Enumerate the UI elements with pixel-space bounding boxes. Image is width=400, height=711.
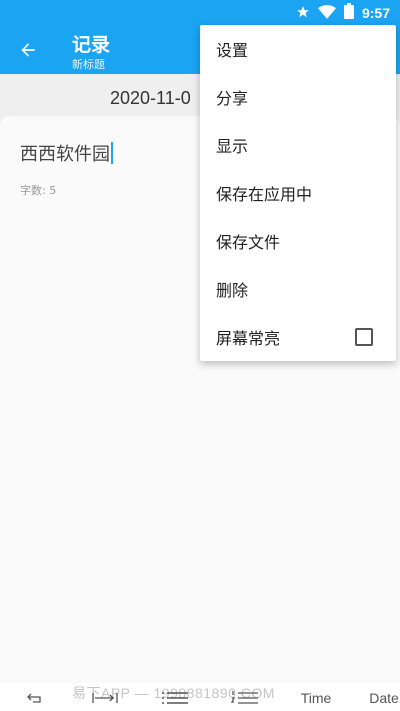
undo-button[interactable] <box>22 687 48 709</box>
back-button[interactable] <box>14 36 42 64</box>
bullet-list-button[interactable] <box>160 687 190 709</box>
indent-button[interactable] <box>88 687 122 709</box>
menu-item-label: 删除 <box>216 281 249 300</box>
numbered-list-icon <box>231 691 258 704</box>
date-label[interactable]: 2020-11-0 <box>110 88 191 109</box>
page-title: 记录 <box>72 34 111 56</box>
bottom-toolbar: 易下APP — 1998881890.COM Time Date <box>0 683 400 711</box>
menu-item-settings[interactable]: 设置 <box>200 25 396 73</box>
menu-item-label: 保存文件 <box>216 233 281 252</box>
indent-icon <box>92 693 118 703</box>
insert-time-button[interactable]: Time <box>298 687 334 709</box>
menu-item-share[interactable]: 分享 <box>200 73 396 121</box>
text-caret <box>111 142 113 164</box>
numbered-list-button[interactable] <box>230 687 260 709</box>
status-bar: 9:57 <box>0 0 400 24</box>
menu-item-display[interactable]: 显示 <box>200 121 396 169</box>
menu-item-label: 分享 <box>216 89 249 108</box>
status-time: 9:57 <box>361 5 390 21</box>
wifi-icon <box>317 4 336 23</box>
bullet-list-icon <box>162 692 188 704</box>
menu-item-save-file[interactable]: 保存文件 <box>200 217 396 265</box>
battery-icon <box>343 3 354 23</box>
page-subtitle[interactable]: 新标题 <box>72 56 105 72</box>
note-content: 西西软件园 <box>20 144 110 165</box>
overflow-menu: 设置 分享 显示 保存在应用中 保存文件 删除 屏幕常亮 <box>200 25 396 361</box>
insert-date-button[interactable]: Date <box>368 687 400 709</box>
menu-item-save-in-app[interactable]: 保存在应用中 <box>200 169 396 217</box>
menu-item-delete[interactable]: 删除 <box>200 265 396 313</box>
note-editor[interactable]: 西西软件园 <box>20 140 113 166</box>
menu-item-label: 显示 <box>216 137 249 156</box>
star-icon <box>296 4 310 23</box>
insert-date-label: Date <box>369 690 399 706</box>
menu-item-label: 保存在应用中 <box>216 185 313 204</box>
insert-time-label: Time <box>300 690 332 706</box>
status-icons: 9:57 <box>296 3 390 23</box>
keep-screen-on-checkbox[interactable] <box>355 328 373 346</box>
menu-item-label: 设置 <box>216 41 249 60</box>
arrow-left-icon <box>21 43 35 57</box>
undo-icon <box>27 693 41 703</box>
menu-item-keep-screen-on[interactable]: 屏幕常亮 <box>200 313 396 361</box>
menu-item-label: 屏幕常亮 <box>216 329 281 348</box>
word-count: 字数: 5 <box>20 184 57 197</box>
